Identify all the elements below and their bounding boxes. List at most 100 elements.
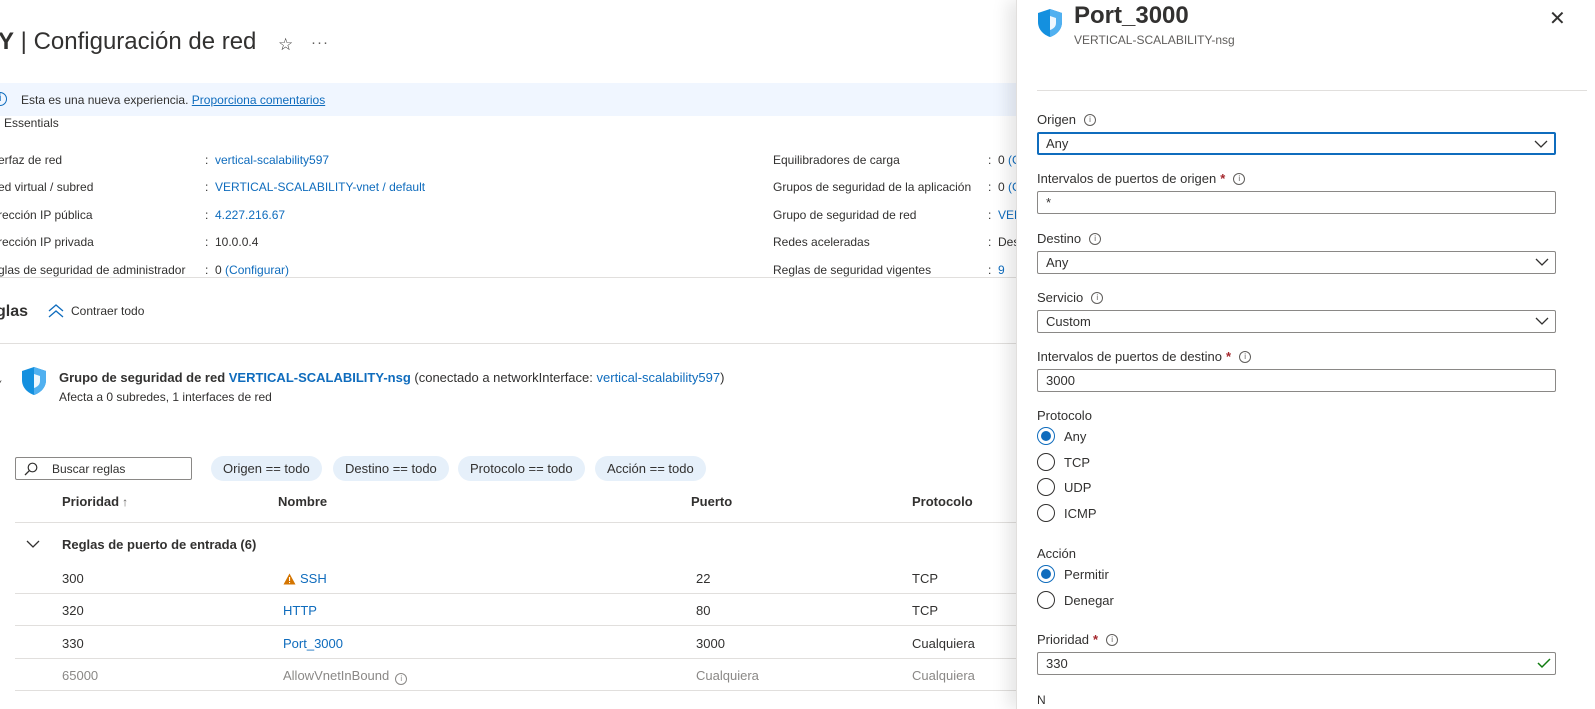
protocol-option-label: Any: [1064, 428, 1087, 444]
essentials-key: erfaz de red: [0, 152, 63, 167]
default-rule-info-icon[interactable]: i: [395, 673, 408, 685]
essentials-separator: :: [205, 207, 209, 222]
filter-pill-protocol[interactable]: Protocolo == todo: [458, 456, 585, 481]
rules-title: glas: [0, 303, 29, 320]
column-header-port[interactable]: Puerto: [691, 494, 732, 509]
column-header-priority[interactable]: Prioridad ↑: [62, 494, 128, 509]
rule-name-link[interactable]: Port_3000: [283, 636, 343, 651]
service-label-text: Servicio: [1037, 290, 1084, 305]
required-mark: *: [1093, 632, 1099, 647]
table-row[interactable]: 65000 AllowVnetInBound i Cualquiera Cualq…: [15, 659, 1040, 691]
source-dropdown[interactable]: Any: [1037, 132, 1556, 155]
nsg-connected-nic-link[interactable]: vertical-scalability597: [597, 370, 721, 385]
nsg-name-link[interactable]: VERTICAL-SCALABILITY-nsg: [229, 370, 411, 385]
table-row[interactable]: 330 Port_3000 3000 Cualquiera: [15, 627, 1040, 659]
essentials-separator: :: [988, 262, 992, 277]
rule-name: AllowVnetInBound: [283, 668, 390, 683]
essentials-row-accelerated: Redes aceleradas: Des: [773, 229, 1023, 257]
column-header-protocol[interactable]: Protocolo: [912, 494, 973, 509]
close-icon[interactable]: ✕: [1549, 6, 1566, 31]
essentials-separator: :: [205, 152, 209, 167]
essentials-key: glas de seguridad de administrador: [0, 262, 186, 277]
dest-ports-input[interactable]: 3000: [1037, 369, 1556, 392]
essentials-row-network-interface: erfaz de red: vertical-scalability597: [0, 146, 425, 174]
network-interface-link[interactable]: vertical-scalability597: [215, 153, 329, 167]
nsg-shield-icon: [22, 367, 46, 395]
priority-value: 330: [1046, 656, 1068, 671]
info-icon: i: [0, 92, 7, 106]
filter-pill-destination[interactable]: Destino == todo: [333, 456, 449, 481]
radio-unselected-icon: [1037, 591, 1055, 609]
source-ports-input[interactable]: *: [1037, 191, 1556, 214]
panel-subtitle: VERTICAL-SCALABILITY-nsg: [1074, 33, 1235, 47]
inbound-rules-group[interactable]: Reglas de puerto de entrada (6): [15, 530, 1040, 560]
source-dropdown-value: Any: [1046, 136, 1069, 151]
info-icon[interactable]: i: [1233, 172, 1246, 185]
protocol-radio-icmp[interactable]: ICMP: [1037, 504, 1097, 522]
search-icon: [24, 462, 38, 475]
rule-priority: 300: [62, 571, 84, 586]
nsg-header: Grupo de seguridad de red VERTICAL-SCALA…: [59, 370, 724, 385]
radio-unselected-icon: [1037, 504, 1055, 522]
nsg-shield-icon: [1038, 9, 1062, 37]
essentials-separator: :: [205, 180, 209, 195]
rule-port: 3000: [696, 636, 725, 651]
table-row[interactable]: 300 SSH 22 TCP: [15, 562, 1040, 594]
essentials-title[interactable]: Essentials: [4, 116, 59, 130]
action-option-label: Denegar: [1064, 592, 1114, 608]
banner-message: Esta es una nueva experiencia.: [21, 93, 189, 107]
next-field-label: N: [1037, 693, 1046, 707]
service-label: Servicio i: [1037, 290, 1104, 305]
column-header-name[interactable]: Nombre: [278, 494, 327, 509]
warning-icon: [283, 573, 296, 585]
info-icon[interactable]: i: [1084, 113, 1097, 126]
radio-selected-icon: [1037, 565, 1055, 583]
filter-pill-source[interactable]: Origen == todo: [211, 456, 322, 481]
panel-title: Port_3000: [1074, 2, 1189, 29]
destination-dropdown[interactable]: Any: [1037, 251, 1556, 274]
info-icon[interactable]: i: [1239, 350, 1252, 363]
protocol-option-label: UDP: [1064, 479, 1092, 495]
essentials-row-public-ip: rección IP pública:4.227.216.67: [0, 201, 425, 229]
info-icon[interactable]: i: [1089, 232, 1102, 245]
rule-priority: 330: [62, 636, 84, 651]
panel-divider: [1037, 90, 1587, 91]
essentials-row-effective-rules: Reglas de seguridad vigentes:9: [773, 256, 1023, 284]
service-dropdown[interactable]: Custom: [1037, 310, 1556, 333]
action-label: Acción: [1037, 546, 1077, 561]
action-radio-allow[interactable]: Permitir: [1037, 565, 1109, 583]
more-options-icon[interactable]: ···: [311, 34, 329, 51]
effective-rules-link[interactable]: 9: [998, 263, 1005, 277]
info-icon[interactable]: i: [1106, 633, 1119, 646]
search-rules-input[interactable]: [52, 461, 182, 476]
vnet-subnet-link[interactable]: VERTICAL-SCALABILITY-vnet / default: [215, 180, 425, 194]
rule-name-link[interactable]: HTTP: [283, 603, 317, 618]
filter-pill-action[interactable]: Acción == todo: [595, 456, 706, 481]
action-radio-deny[interactable]: Denegar: [1037, 591, 1114, 609]
search-rules-box[interactable]: [15, 457, 192, 480]
info-icon[interactable]: i: [1091, 291, 1104, 304]
public-ip-link[interactable]: 4.227.216.67: [215, 208, 285, 222]
banner-text: Esta es una nueva experiencia. Proporcio…: [21, 93, 325, 107]
dest-ports-label-text: Intervalos de puertos de destino: [1037, 349, 1223, 364]
collapse-all-icon: [48, 304, 64, 318]
priority-input[interactable]: 330: [1037, 652, 1556, 675]
dest-ports-label: Intervalos de puertos de destino * i: [1037, 349, 1252, 364]
rule-protocol: TCP: [912, 571, 938, 586]
rule-name-link[interactable]: SSH: [300, 571, 327, 586]
favorite-star-icon[interactable]: ☆: [278, 35, 293, 55]
page-title: Y | Configuración de red: [0, 28, 256, 56]
collapse-all-button[interactable]: Contraer todo: [47, 303, 144, 319]
configure-admin-rules-link[interactable]: (Configurar): [225, 263, 289, 277]
essentials-separator: :: [205, 235, 209, 250]
essentials-separator: :: [988, 207, 992, 222]
source-ports-label: Intervalos de puertos de origen * i: [1037, 171, 1246, 186]
protocol-radio-udp[interactable]: UDP: [1037, 478, 1091, 496]
protocol-radio-tcp[interactable]: TCP: [1037, 453, 1090, 471]
table-row[interactable]: 320 HTTP 80 TCP: [15, 594, 1040, 626]
feedback-link[interactable]: Proporciona comentarios: [192, 93, 325, 107]
action-option-label: Permitir: [1064, 566, 1109, 582]
source-ports-label-text: Intervalos de puertos de origen: [1037, 171, 1217, 186]
protocol-radio-any[interactable]: Any: [1037, 427, 1086, 445]
header-divider: [15, 522, 1040, 523]
